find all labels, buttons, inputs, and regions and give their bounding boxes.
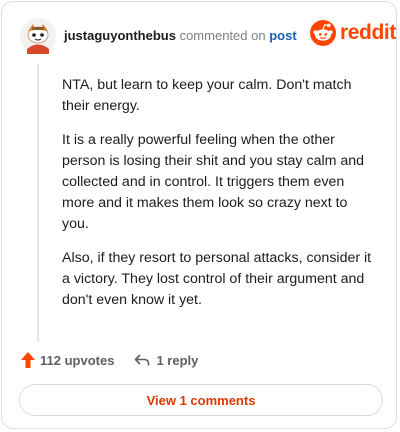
post-link[interactable]: post bbox=[269, 28, 296, 43]
comment-body: NTA, but learn to keep your calm. Don't … bbox=[62, 75, 378, 324]
reply-count: 1 reply bbox=[156, 352, 199, 368]
reddit-snoo-icon bbox=[310, 20, 336, 46]
reply-button[interactable]: 1 reply bbox=[134, 353, 198, 368]
comment-paragraph: Also, if they resort to personal attacks… bbox=[62, 250, 372, 308]
upvote-arrow-icon bbox=[21, 352, 35, 368]
reddit-wordmark: reddit bbox=[340, 21, 396, 44]
action-text: commented on bbox=[179, 28, 266, 43]
comment-footer: 112 upvotes 1 reply bbox=[20, 351, 198, 369]
upvote-button[interactable]: 112 upvotes bbox=[20, 351, 114, 369]
view-comments-button[interactable]: View 1 comments bbox=[19, 384, 383, 416]
comment-paragraph: NTA, but learn to keep your calm. Don't … bbox=[62, 77, 352, 114]
comment-paragraph: It is a really powerful feeling when the… bbox=[62, 132, 365, 232]
upvote-count: 112 upvotes bbox=[40, 352, 115, 368]
username-link[interactable]: justaguyonthebus bbox=[64, 28, 176, 43]
user-avatar-icon[interactable] bbox=[20, 18, 56, 54]
comment-header: justaguyonthebus commented on post bbox=[64, 28, 297, 43]
reddit-logo[interactable]: reddit bbox=[310, 20, 396, 46]
comment-card: justaguyonthebus commented on post reddi… bbox=[1, 1, 397, 429]
reply-arrow-icon bbox=[135, 354, 150, 366]
thread-line[interactable] bbox=[37, 64, 39, 342]
